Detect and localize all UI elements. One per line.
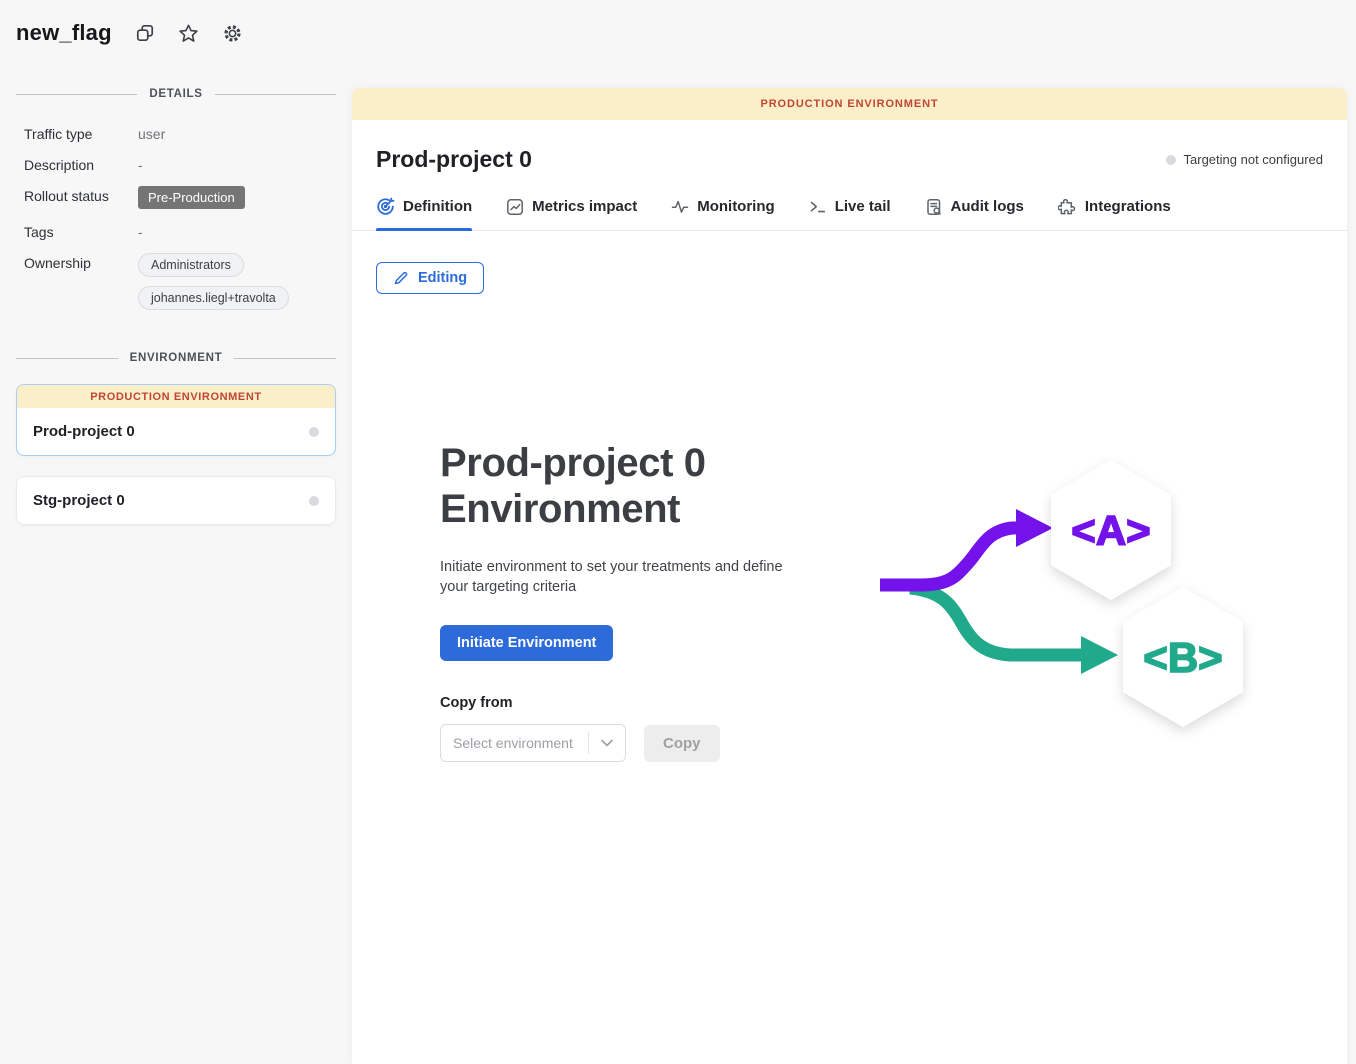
env-card-name: Prod-project 0 xyxy=(33,423,135,440)
detail-row-description: Description - xyxy=(24,155,328,173)
app-header: new_flag xyxy=(16,20,244,46)
metrics-impact-icon xyxy=(506,198,524,216)
sidebar: DETAILS Traffic type user Description - … xyxy=(0,62,352,545)
detail-label: Tags xyxy=(24,222,138,240)
details-rows: Traffic type user Description - Rollout … xyxy=(24,124,328,310)
purple-branch xyxy=(880,528,1020,585)
detail-value: - xyxy=(138,155,143,173)
copy-from-row: Select environment Copy xyxy=(440,724,820,762)
tab-bar: Definition Metrics impact Monitoring xyxy=(352,197,1347,231)
status-text: Targeting not configured xyxy=(1184,152,1323,167)
tab-label: Live tail xyxy=(835,198,891,215)
hero-title: Prod-project 0 Environment xyxy=(440,440,780,532)
editing-button[interactable]: Editing xyxy=(376,262,484,294)
ownership-pill: johannes.liegl+travolta xyxy=(138,286,289,310)
tab-monitoring[interactable]: Monitoring xyxy=(671,197,774,230)
detail-label: Rollout status xyxy=(24,186,138,204)
teal-branch xyxy=(910,588,1085,655)
status-dot xyxy=(309,427,319,437)
detail-value: user xyxy=(138,124,165,142)
ab-split-illustration: <A> <B> xyxy=(870,445,1260,745)
tab-live-tail[interactable]: Live tail xyxy=(809,197,891,230)
panel-header: Prod-project 0 Targeting not configured xyxy=(352,120,1347,173)
detail-label: Ownership xyxy=(24,253,138,271)
ownership-pill: Administrators xyxy=(138,253,244,277)
tab-label: Integrations xyxy=(1085,198,1171,215)
integrations-icon xyxy=(1058,197,1077,216)
env-card-name: Stg-project 0 xyxy=(33,492,125,509)
tab-label: Metrics impact xyxy=(532,198,637,215)
gear-icon[interactable] xyxy=(222,22,244,44)
select-placeholder: Select environment xyxy=(441,735,588,751)
tab-label: Audit logs xyxy=(951,198,1024,215)
divider xyxy=(234,358,336,359)
tab-definition[interactable]: Definition xyxy=(376,197,472,230)
environment-title: Prod-project 0 xyxy=(376,146,532,173)
tab-label: Monitoring xyxy=(697,198,774,215)
copy-button[interactable]: Copy xyxy=(644,725,720,762)
copy-from-label: Copy from xyxy=(440,695,820,711)
definition-icon xyxy=(376,197,395,216)
rollout-status-badge: Pre-Production xyxy=(138,186,245,209)
copy-icon[interactable] xyxy=(134,22,156,44)
ownership-pills: Administrators johannes.liegl+travolta xyxy=(138,253,289,310)
detail-label: Traffic type xyxy=(24,124,138,142)
detail-label: Description xyxy=(24,155,138,173)
page-title: new_flag xyxy=(16,20,112,46)
tab-integrations[interactable]: Integrations xyxy=(1058,197,1171,230)
status-dot xyxy=(1166,155,1176,165)
environment-select[interactable]: Select environment xyxy=(440,724,626,762)
detail-row-tags: Tags - xyxy=(24,222,328,240)
detail-value: - xyxy=(138,222,143,240)
status-dot xyxy=(309,496,319,506)
production-environment-banner: PRODUCTION ENVIRONMENT xyxy=(352,88,1347,120)
detail-row-ownership: Ownership Administrators johannes.liegl+… xyxy=(24,253,328,310)
live-tail-icon xyxy=(809,198,827,216)
environment-heading: ENVIRONMENT xyxy=(130,352,223,364)
main-panel: PRODUCTION ENVIRONMENT Prod-project 0 Ta… xyxy=(352,88,1347,1064)
detail-row-rollout-status: Rollout status Pre-Production xyxy=(24,186,328,209)
hero-section: Prod-project 0 Environment Initiate envi… xyxy=(440,440,820,762)
hexagon-a-label: <A> xyxy=(1071,507,1150,554)
targeting-status: Targeting not configured xyxy=(1166,152,1323,167)
details-heading: DETAILS xyxy=(149,88,202,100)
divider xyxy=(16,94,137,95)
detail-row-traffic-type: Traffic type user xyxy=(24,124,328,142)
divider xyxy=(16,358,118,359)
hero-subtitle: Initiate environment to set your treatme… xyxy=(440,558,812,597)
env-card-prod[interactable]: PRODUCTION ENVIRONMENT Prod-project 0 xyxy=(16,384,336,456)
chevron-down-icon xyxy=(589,739,625,747)
monitoring-icon xyxy=(671,198,689,216)
star-icon[interactable] xyxy=(178,22,200,44)
purple-arrowhead xyxy=(1016,509,1053,547)
env-card-stg[interactable]: Stg-project 0 xyxy=(16,476,336,525)
environment-cards: PRODUCTION ENVIRONMENT Prod-project 0 St… xyxy=(16,384,336,525)
divider xyxy=(215,94,336,95)
details-section-header: DETAILS xyxy=(16,88,336,100)
tab-label: Definition xyxy=(403,198,472,215)
audit-logs-icon xyxy=(925,198,943,216)
pencil-icon xyxy=(393,270,409,286)
env-card-banner: PRODUCTION ENVIRONMENT xyxy=(17,385,335,408)
tab-metrics-impact[interactable]: Metrics impact xyxy=(506,197,637,230)
environment-section-header: ENVIRONMENT xyxy=(16,352,336,364)
teal-arrowhead xyxy=(1081,636,1118,674)
initiate-environment-button[interactable]: Initiate Environment xyxy=(440,625,613,661)
hexagon-b-label: <B> xyxy=(1143,634,1222,681)
tab-audit-logs[interactable]: Audit logs xyxy=(925,197,1024,230)
editing-button-label: Editing xyxy=(418,270,467,286)
